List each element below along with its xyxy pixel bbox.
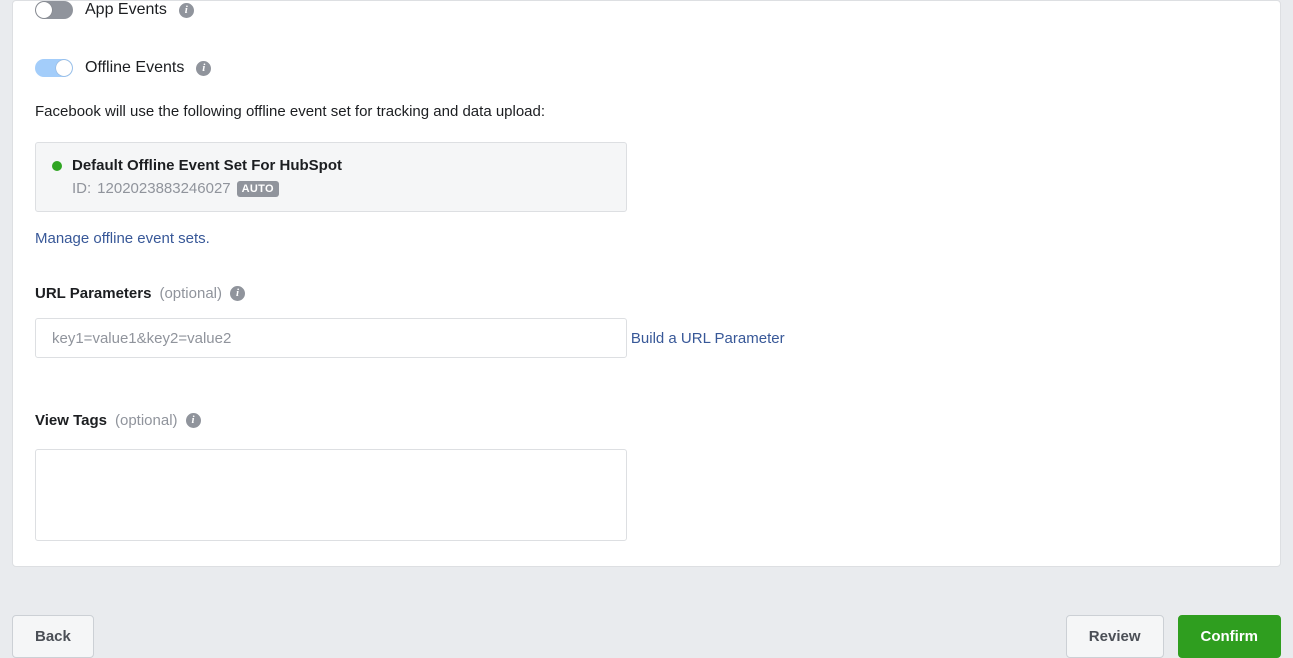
url-parameters-label-row: URL Parameters (optional) i bbox=[35, 285, 1258, 302]
status-dot-icon bbox=[52, 161, 62, 171]
url-parameters-label: URL Parameters bbox=[35, 285, 151, 302]
event-set-header: Default Offline Event Set For HubSpot bbox=[52, 157, 610, 174]
offline-events-toggle[interactable] bbox=[35, 59, 73, 77]
url-parameters-input[interactable] bbox=[35, 318, 627, 358]
event-set-id-row: ID: 1202023883246027 AUTO bbox=[72, 180, 610, 197]
event-set-id-prefix: ID: bbox=[72, 180, 91, 197]
url-parameters-optional: (optional) bbox=[159, 285, 222, 302]
view-tags-label: View Tags bbox=[35, 412, 107, 429]
app-events-label: App Events bbox=[85, 1, 167, 19]
auto-badge: AUTO bbox=[237, 181, 279, 197]
settings-panel: App Events i Offline Events i Facebook w… bbox=[12, 0, 1281, 567]
footer-bar: Back Review Confirm bbox=[0, 567, 1293, 658]
view-tags-input[interactable] bbox=[35, 449, 627, 541]
offline-events-row: Offline Events i bbox=[35, 59, 1258, 77]
offline-events-label: Offline Events bbox=[85, 59, 184, 77]
event-set-id: 1202023883246027 bbox=[97, 180, 230, 197]
url-parameters-section: URL Parameters (optional) i Build a URL … bbox=[35, 285, 1258, 358]
view-tags-optional: (optional) bbox=[115, 412, 178, 429]
info-icon[interactable]: i bbox=[196, 61, 211, 76]
info-icon[interactable]: i bbox=[179, 3, 194, 18]
view-tags-label-row: View Tags (optional) i bbox=[35, 412, 1258, 429]
build-url-parameter-link[interactable]: Build a URL Parameter bbox=[631, 330, 785, 347]
info-icon[interactable]: i bbox=[186, 413, 201, 428]
app-events-row: App Events i bbox=[35, 1, 1258, 19]
info-icon[interactable]: i bbox=[230, 286, 245, 301]
event-set-name: Default Offline Event Set For HubSpot bbox=[72, 157, 342, 174]
offline-events-description: Facebook will use the following offline … bbox=[35, 103, 1258, 120]
manage-offline-event-sets-link[interactable]: Manage offline event sets. bbox=[35, 230, 210, 247]
view-tags-section: View Tags (optional) i bbox=[35, 412, 1258, 544]
app-events-toggle[interactable] bbox=[35, 1, 73, 19]
offline-event-set-box: Default Offline Event Set For HubSpot ID… bbox=[35, 142, 627, 212]
